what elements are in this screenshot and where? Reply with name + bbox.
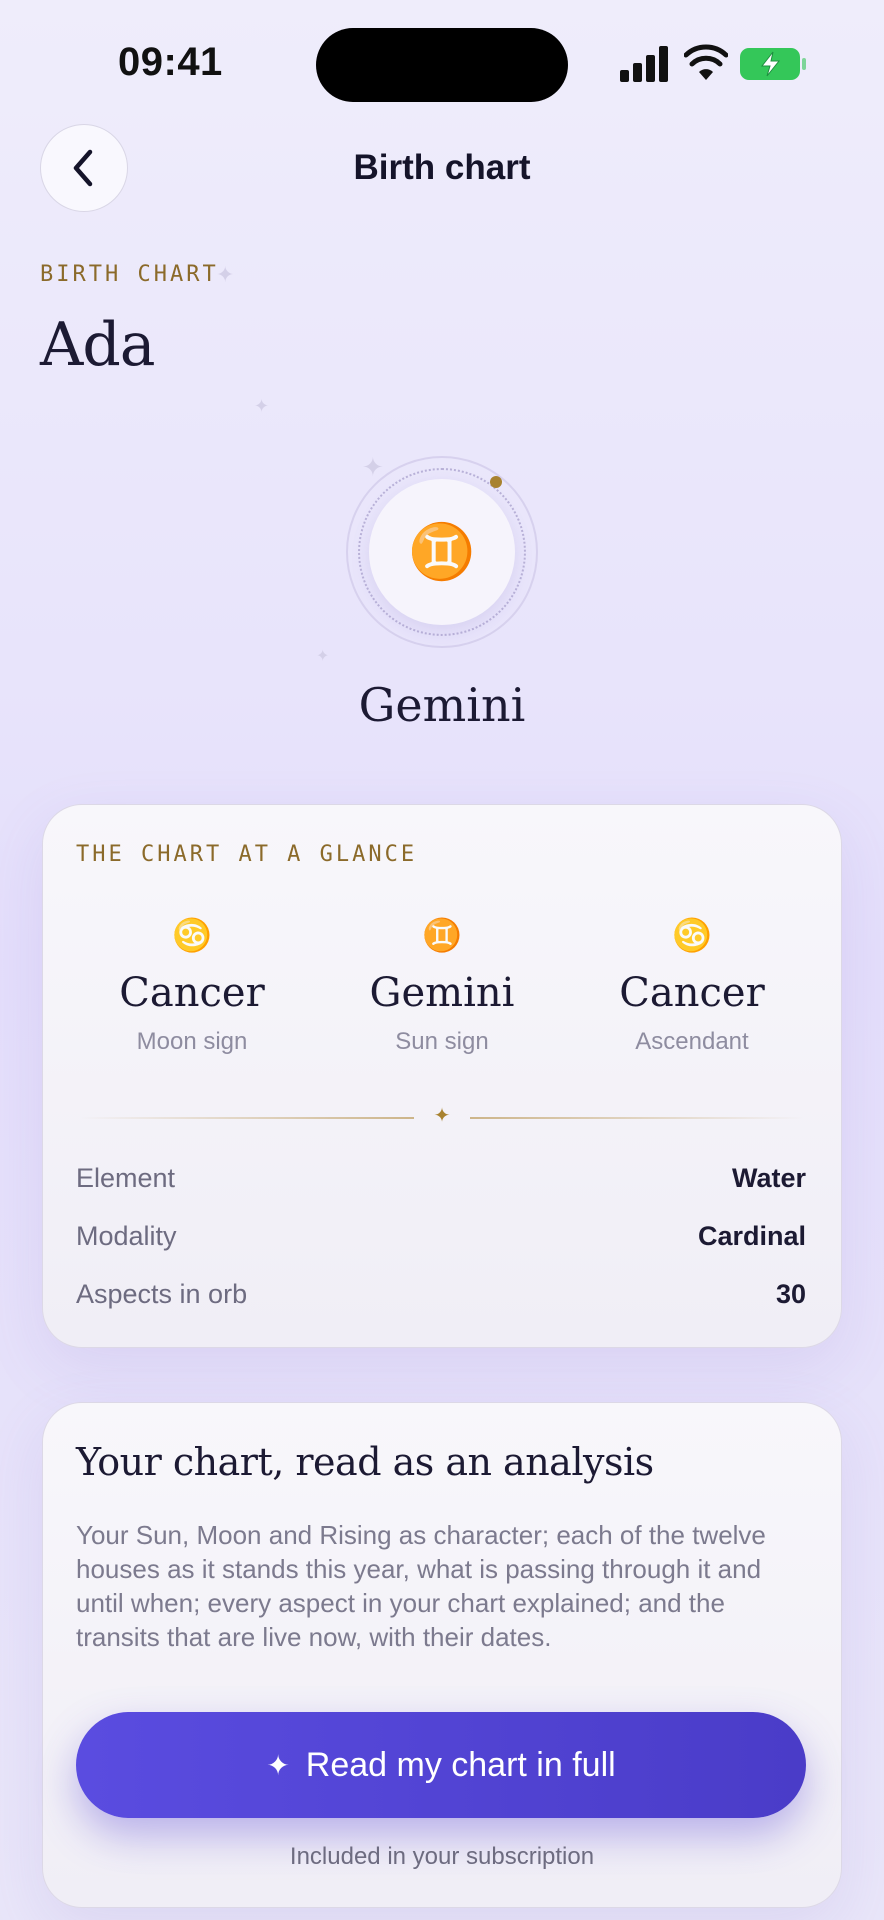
cancer-glyph-icon: ♋ <box>672 916 712 954</box>
dynamic-island <box>316 28 568 102</box>
wifi-icon <box>684 44 728 80</box>
aspects-label: Aspects in orb <box>76 1279 248 1309</box>
nav-title: Birth chart <box>353 148 531 187</box>
ascendant-column: ♋ Cancer Ascendant <box>572 916 812 1056</box>
sparkle-icon: ✦ <box>216 262 235 287</box>
aspects-value: 30 <box>775 1279 806 1309</box>
sun-sign-caption: Sun sign <box>395 1028 489 1055</box>
divider-line <box>470 1117 804 1119</box>
modality-label: Modality <box>76 1221 177 1251</box>
analysis-title: Your chart, read as an analysis <box>76 1440 654 1484</box>
moon-sign-column: ♋ Cancer Moon sign <box>72 916 312 1056</box>
element-value: Water <box>731 1163 806 1193</box>
read-chart-button-label: Read my chart in full <box>305 1745 616 1784</box>
ascendant-value: Cancer <box>619 970 765 1016</box>
element-label: Element <box>76 1163 176 1193</box>
divider-line <box>80 1117 414 1119</box>
read-chart-button[interactable]: ✦ Read my chart in full <box>76 1712 806 1818</box>
eyebrow-label: BIRTH CHART <box>40 262 219 287</box>
ascendant-caption: Ascendant <box>635 1028 749 1055</box>
cellular-signal-icon <box>620 46 668 82</box>
battery-charging-icon <box>740 48 806 80</box>
profile-name: Ada <box>40 310 156 380</box>
moon-sign-caption: Moon sign <box>136 1028 248 1055</box>
modality-value: Cardinal <box>697 1221 806 1251</box>
gemini-glyph-icon: ♊ <box>408 520 476 583</box>
sparkle-icon: ✦ <box>254 396 270 416</box>
status-time: 09:41 <box>118 40 223 84</box>
glance-label: THE CHART AT A GLANCE <box>76 842 418 867</box>
divider-sparkle-icon: ✦ <box>433 1105 451 1127</box>
analysis-description: Your Sun, Moon and Rising as character; … <box>76 1520 766 1652</box>
sun-sign-title: Gemini <box>358 678 526 732</box>
sparkle-icon: ✦ <box>266 1749 290 1781</box>
moon-sign-value: Cancer <box>119 970 265 1016</box>
gemini-glyph-icon: ♊ <box>422 916 462 954</box>
orbit-marker <box>490 476 502 488</box>
sun-sign-value: Gemini <box>369 970 515 1016</box>
sun-sign-column: ♊ Gemini Sun sign <box>322 916 562 1056</box>
sparkle-icon: ✦ <box>316 648 330 665</box>
cancer-glyph-icon: ♋ <box>172 916 212 954</box>
chart-glance-card <box>42 804 842 1348</box>
subscription-note: Included in your subscription <box>289 1843 595 1870</box>
